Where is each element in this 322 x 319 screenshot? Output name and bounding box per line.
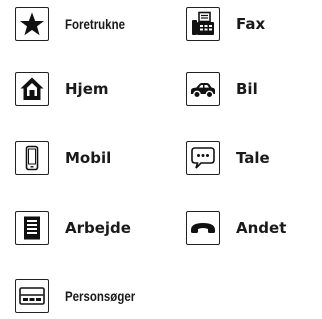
phone-type-fax[interactable]: Fax [186,6,265,42]
fax-icon [186,7,220,41]
speech-bubble-icon [186,141,220,175]
mobile-label: Mobil [65,149,112,167]
fax-label: Fax [236,15,266,33]
phone-type-favorites[interactable]: Foretrukne [15,6,138,42]
phone-type-car[interactable]: Bil [186,71,258,107]
mobile-phone-icon [15,141,49,175]
star-icon [15,7,49,41]
other-label: Andet [236,219,287,237]
phone-type-pager[interactable]: Personsøger [15,278,151,314]
pager-label: Personsøger [65,288,136,304]
phone-type-work[interactable]: Arbejde [15,210,131,246]
home-label: Hjem [65,80,109,98]
car-icon [186,72,220,106]
work-label: Arbejde [65,219,131,237]
phone-type-home[interactable]: Hjem [15,71,109,107]
voice-label: Tale [236,149,270,167]
phone-type-other[interactable]: Andet [186,210,286,246]
telephone-handset-icon [186,211,220,245]
favorites-label: Foretrukne [65,16,125,32]
office-building-icon [15,211,49,245]
phone-type-mobile[interactable]: Mobil [15,140,111,176]
pager-icon [15,279,49,313]
car-label: Bil [236,80,258,98]
home-icon [15,72,49,106]
phone-type-voice[interactable]: Tale [186,140,270,176]
